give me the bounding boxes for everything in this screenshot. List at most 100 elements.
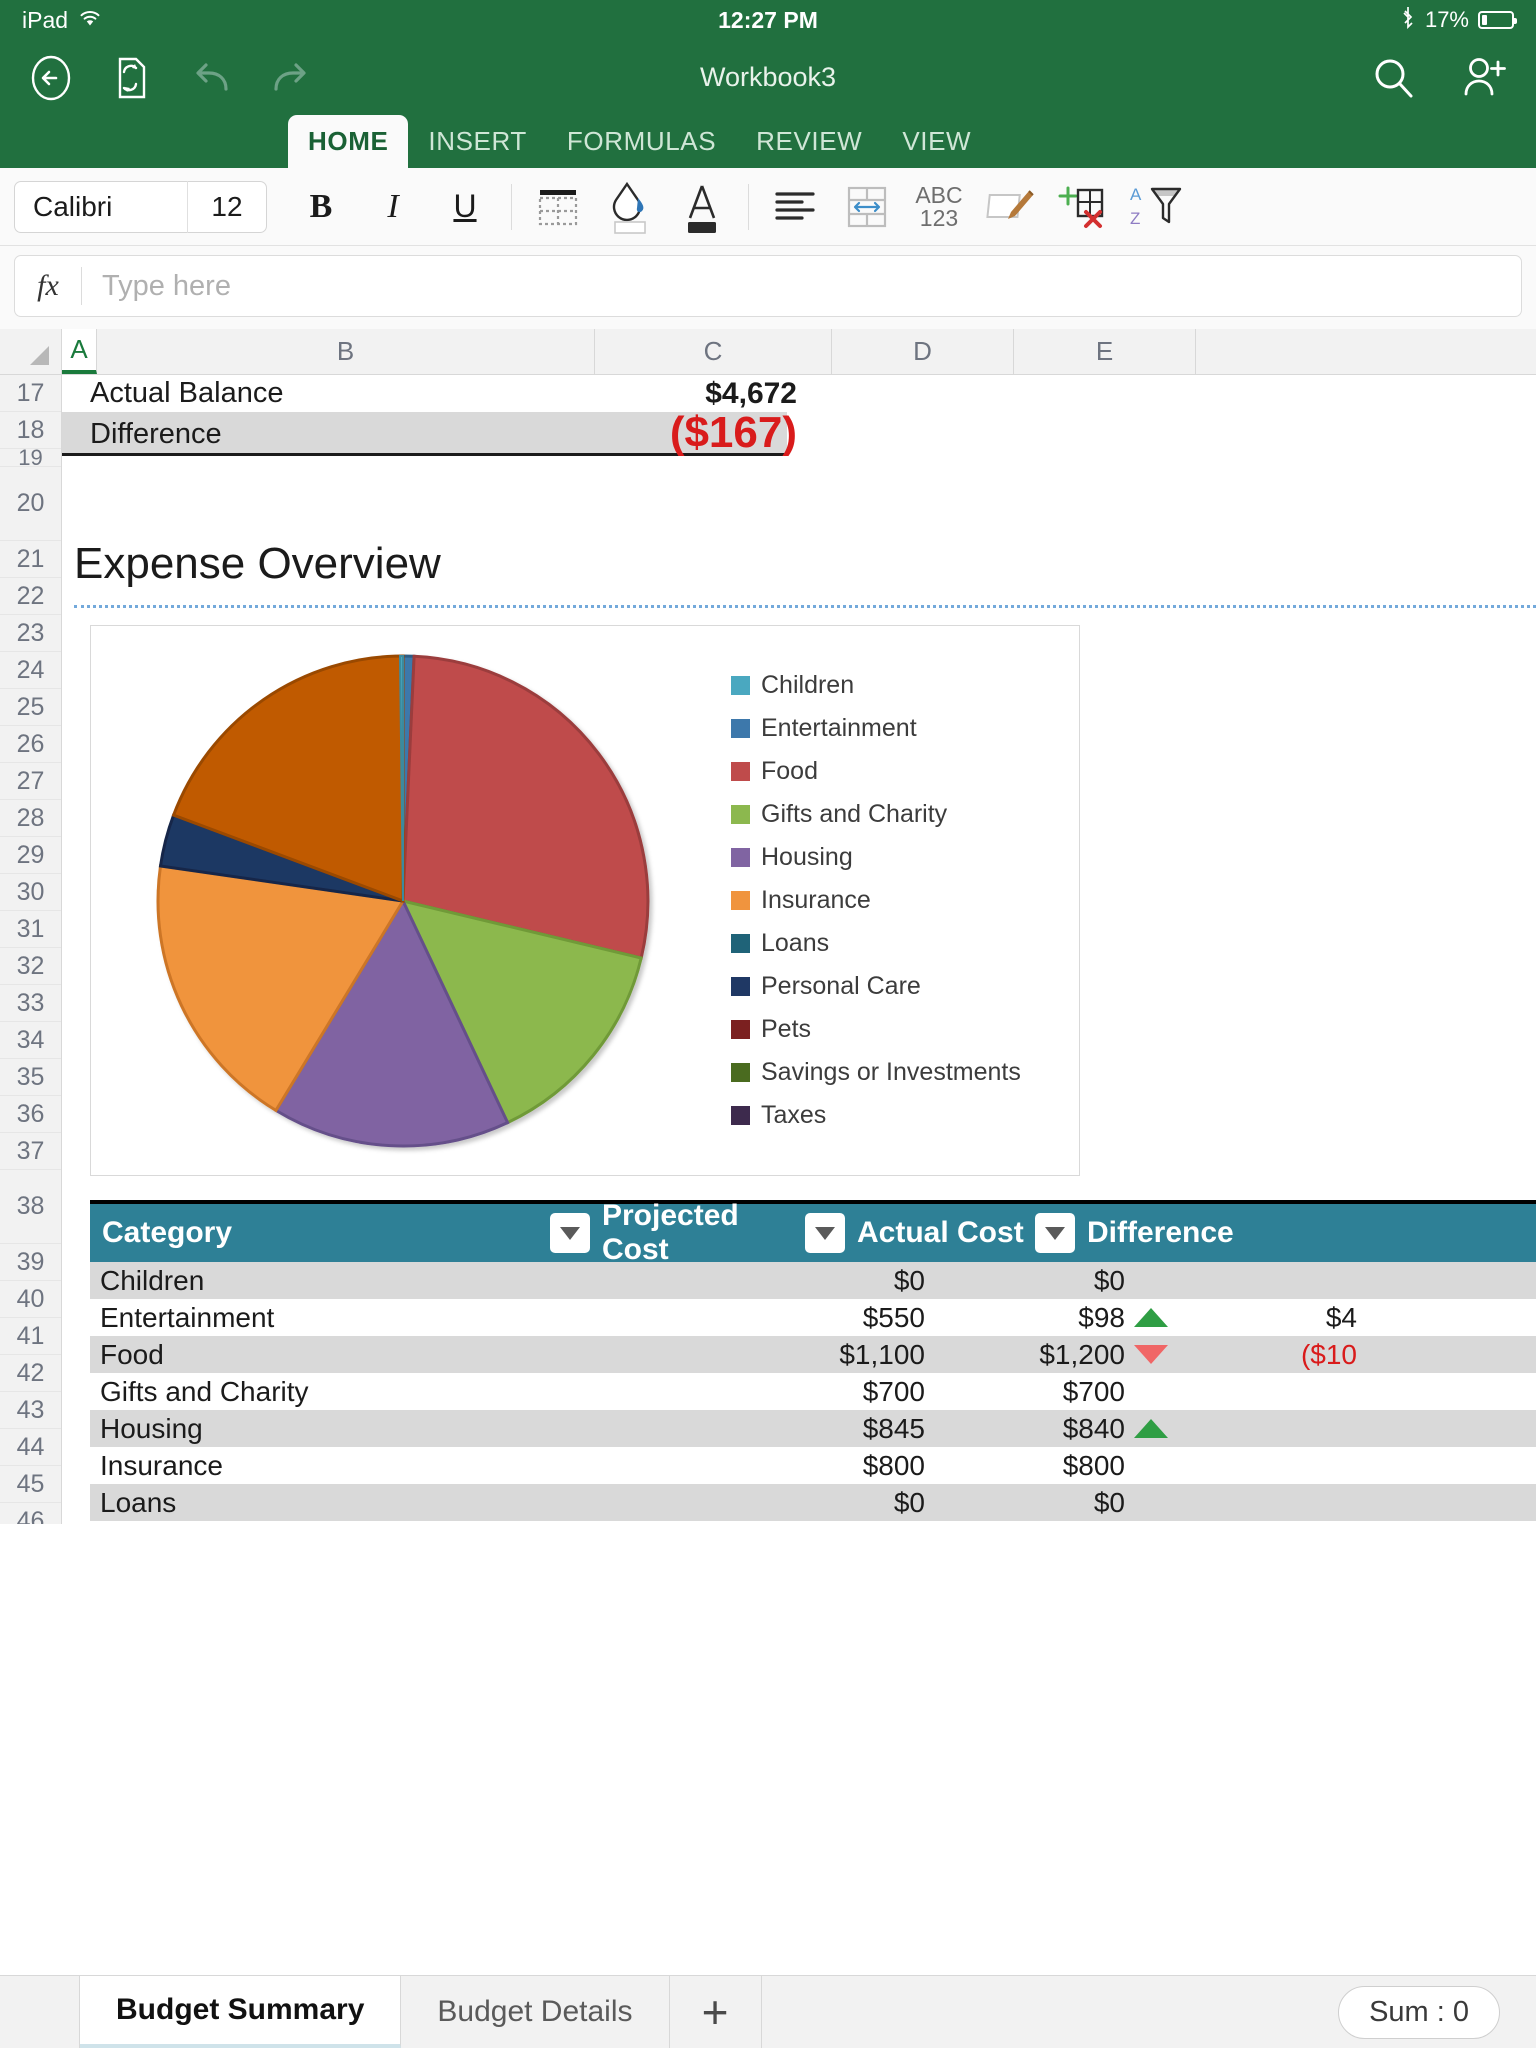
column-header-D[interactable]: D <box>832 329 1014 374</box>
cell-C18-value[interactable]: ($167) <box>472 408 797 457</box>
row-header-30[interactable]: 30 <box>0 874 61 911</box>
legend-item-personal-care[interactable]: Personal Care <box>731 965 1021 1008</box>
row-header-26[interactable]: 26 <box>0 726 61 763</box>
underline-button[interactable]: U <box>429 176 501 238</box>
cell-B17-label[interactable]: Actual Balance <box>90 375 283 412</box>
filter-button-actual-cost[interactable] <box>805 1213 845 1253</box>
font-color-icon[interactable] <box>666 176 738 238</box>
file-sync-icon[interactable] <box>106 53 156 103</box>
row-header-27[interactable]: 27 <box>0 763 61 800</box>
insert-delete-cells-icon[interactable] <box>1047 176 1119 238</box>
table-row[interactable]: Entertainment $550 $98 $4 <box>90 1299 1536 1336</box>
row-header-36[interactable]: 36 <box>0 1096 61 1133</box>
tab-home[interactable]: HOME <box>288 115 409 168</box>
search-icon[interactable] <box>1368 53 1418 103</box>
row-header-31[interactable]: 31 <box>0 911 61 948</box>
row-header-28[interactable]: 28 <box>0 800 61 837</box>
table-row[interactable]: Food $1,100 $1,200 ($10 <box>90 1336 1536 1373</box>
undo-icon[interactable] <box>186 53 236 103</box>
row-header-34[interactable]: 34 <box>0 1022 61 1059</box>
redo-icon[interactable] <box>266 53 316 103</box>
row-header-37[interactable]: 37 <box>0 1133 61 1170</box>
legend-item-gifts-and-charity[interactable]: Gifts and Charity <box>731 793 1021 836</box>
column-header-A[interactable]: A <box>62 329 97 374</box>
legend-item-children[interactable]: Children <box>731 664 1021 707</box>
bold-button[interactable]: B <box>285 176 357 238</box>
row-header-35[interactable]: 35 <box>0 1059 61 1096</box>
table-row[interactable]: Insurance $800 $800 <box>90 1447 1536 1484</box>
legend-item-housing[interactable]: Housing <box>731 836 1021 879</box>
cell-styles-brush-icon[interactable] <box>975 176 1047 238</box>
number-format-button[interactable]: ABC 123 <box>903 176 975 238</box>
tab-view[interactable]: VIEW <box>882 115 991 168</box>
table-row[interactable]: Housing $845 $840 <box>90 1410 1536 1447</box>
row-header-33[interactable]: 33 <box>0 985 61 1022</box>
table-header-actual-cost[interactable]: Actual Cost <box>845 1202 1035 1264</box>
legend-item-loans[interactable]: Loans <box>731 922 1021 965</box>
section-title-expense-overview[interactable]: Expense Overview <box>74 526 441 602</box>
row-header-39[interactable]: 39 <box>0 1244 61 1281</box>
row-header-24[interactable]: 24 <box>0 652 61 689</box>
tab-formulas[interactable]: FORMULAS <box>547 115 736 168</box>
row-header-25[interactable]: 25 <box>0 689 61 726</box>
fx-icon[interactable]: fx <box>15 269 81 303</box>
row-header-38[interactable]: 38 <box>0 1170 61 1244</box>
table-header-projected-cost[interactable]: Projected Cost <box>590 1199 805 1266</box>
borders-icon[interactable] <box>522 176 594 238</box>
row-header-40[interactable]: 40 <box>0 1281 61 1318</box>
row-header-23[interactable]: 23 <box>0 615 61 652</box>
tab-review[interactable]: REVIEW <box>736 115 882 168</box>
sum-status-chip[interactable]: Sum : 0 <box>1338 1985 1500 2039</box>
filter-button-difference[interactable] <box>1035 1213 1075 1253</box>
cell-B18-label[interactable]: Difference <box>90 412 222 456</box>
italic-button[interactable]: I <box>357 176 429 238</box>
row-header-21[interactable]: 21 <box>0 541 61 578</box>
fill-color-icon[interactable] <box>594 176 666 238</box>
sheet-tab-budget-summary[interactable]: Budget Summary <box>80 1976 402 2048</box>
table-row[interactable]: Gifts and Charity $700 $700 <box>90 1373 1536 1410</box>
row-header-19[interactable]: 19 <box>0 445 61 470</box>
sheet-content[interactable]: Actual Balance $4,672 Difference ($167) … <box>62 375 1536 1524</box>
align-left-icon[interactable] <box>759 176 831 238</box>
expense-pie-chart[interactable]: Children Entertainment Food Gifts and Ch… <box>90 625 1080 1176</box>
row-header-22[interactable]: 22 <box>0 578 61 615</box>
formula-input[interactable]: Type here <box>82 270 231 303</box>
legend-item-taxes[interactable]: Taxes <box>731 1094 1021 1137</box>
table-header-difference[interactable]: Difference <box>1075 1202 1234 1264</box>
tab-insert[interactable]: INSERT <box>408 115 546 168</box>
legend-item-insurance[interactable]: Insurance <box>731 879 1021 922</box>
sheet-tab-budget-details[interactable]: Budget Details <box>401 1976 670 2048</box>
row-header-18[interactable]: 18 <box>0 412 61 449</box>
legend-item-savings-or-investments[interactable]: Savings or Investments <box>731 1051 1021 1094</box>
legend-item-pets[interactable]: Pets <box>731 1008 1021 1051</box>
row-header-32[interactable]: 32 <box>0 948 61 985</box>
table-row[interactable]: Personal Care $150 $140 $ <box>90 1521 1536 1525</box>
row-header-20[interactable]: 20 <box>0 467 61 541</box>
row-header-45[interactable]: 45 <box>0 1466 61 1503</box>
row-header-29[interactable]: 29 <box>0 837 61 874</box>
font-size-input[interactable]: 12 <box>188 191 266 223</box>
sort-filter-icon[interactable]: A Z <box>1119 176 1191 238</box>
wrap-text-icon[interactable] <box>831 176 903 238</box>
table-row[interactable]: Children $0 $0 <box>90 1262 1536 1299</box>
table-row[interactable]: Loans $0 $0 <box>90 1484 1536 1521</box>
legend-item-entertainment[interactable]: Entertainment <box>731 707 1021 750</box>
cell-C17-value[interactable]: $4,672 <box>492 375 797 412</box>
formula-bar[interactable]: fx Type here <box>14 255 1522 317</box>
legend-item-food[interactable]: Food <box>731 750 1021 793</box>
row-header-17[interactable]: 17 <box>0 375 61 412</box>
row-header-46[interactable]: 46 <box>0 1503 61 1525</box>
column-header-C[interactable]: C <box>595 329 832 374</box>
column-header-B[interactable]: B <box>97 329 595 374</box>
select-all-corner[interactable] <box>0 329 62 374</box>
row-header-44[interactable]: 44 <box>0 1429 61 1466</box>
add-person-icon[interactable] <box>1460 53 1510 103</box>
filter-button-projected-cost[interactable] <box>550 1213 590 1253</box>
column-header-E[interactable]: E <box>1014 329 1196 374</box>
table-header-category[interactable]: Category <box>90 1202 540 1264</box>
row-header-43[interactable]: 43 <box>0 1392 61 1429</box>
row-header-42[interactable]: 42 <box>0 1355 61 1392</box>
back-arrow-icon[interactable] <box>26 53 76 103</box>
row-header-41[interactable]: 41 <box>0 1318 61 1355</box>
add-sheet-button[interactable]: + <box>670 1976 762 2048</box>
